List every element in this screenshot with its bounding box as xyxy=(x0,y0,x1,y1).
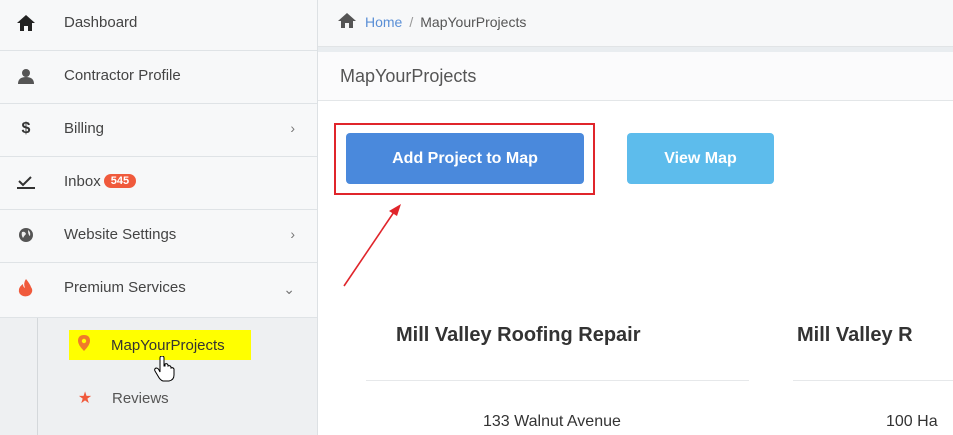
submenu-tree-line xyxy=(37,318,38,435)
sidebar-item-billing[interactable]: $ Billing › xyxy=(0,104,317,157)
sidebar-item-label: Dashboard xyxy=(64,14,138,31)
view-map-button[interactable]: View Map xyxy=(627,133,774,184)
sidebar-item-dashboard[interactable]: Dashboard xyxy=(0,0,317,51)
project-card-title: Mill Valley R xyxy=(797,324,913,346)
chevron-right-icon: › xyxy=(290,226,295,242)
annotation-highlight-box xyxy=(334,123,595,195)
sidebar-item-premium-services[interactable]: Premium Services ⌄ xyxy=(0,263,317,318)
sidebar-item-inbox[interactable]: Inbox 545 xyxy=(0,157,317,210)
sidebar-item-label-wrap: Inbox 545 xyxy=(64,173,137,190)
sidebar-item-label: Inbox xyxy=(64,173,101,190)
home-icon[interactable] xyxy=(338,13,356,31)
page-header: MapYourProjects xyxy=(318,52,953,101)
home-icon xyxy=(17,14,35,32)
star-icon: ★ xyxy=(77,390,93,407)
user-icon xyxy=(17,67,35,85)
breadcrumb-bar: Home / MapYourProjects xyxy=(318,0,953,47)
page-title: MapYourProjects xyxy=(340,66,477,86)
hand-pointer-cursor-icon xyxy=(154,356,175,382)
card-divider xyxy=(793,380,953,381)
breadcrumb: Home / MapYourProjects xyxy=(338,13,526,31)
sidebar-subitem-label: MapYourProjects xyxy=(111,336,225,354)
chevron-right-icon: › xyxy=(290,120,295,136)
map-marker-icon xyxy=(73,335,95,355)
sidebar-subitem-label: Reviews xyxy=(112,389,169,407)
sidebar-item-label: Contractor Profile xyxy=(64,67,181,84)
sidebar-item-label: Billing xyxy=(64,120,105,137)
breadcrumb-current: MapYourProjects xyxy=(420,14,527,30)
sidebar-item-label: Website Settings xyxy=(64,226,177,243)
card-divider xyxy=(366,380,749,381)
sidebar-subitem-reviews[interactable]: ★ Reviews xyxy=(74,383,169,413)
fire-icon xyxy=(17,279,35,297)
annotation-arrow xyxy=(343,204,401,287)
chevron-down-icon: ⌄ xyxy=(283,281,295,297)
sidebar-item-label: Premium Services xyxy=(64,279,186,296)
sidebar-item-website-settings[interactable]: Website Settings › xyxy=(0,210,317,263)
project-card-address: 133 Walnut Avenue xyxy=(483,413,621,430)
globe-icon xyxy=(17,226,35,244)
dollar-icon: $ xyxy=(21,120,31,137)
sidebar: Dashboard Contractor Profile $ Billing ›… xyxy=(0,0,318,435)
project-card-address: 100 Ha xyxy=(886,413,938,430)
breadcrumb-home-link[interactable]: Home xyxy=(365,14,402,30)
sidebar-item-contractor-profile[interactable]: Contractor Profile xyxy=(0,51,317,104)
inbox-count-badge: 545 xyxy=(103,174,137,189)
inbox-icon xyxy=(17,173,35,191)
project-card-title: Mill Valley Roofing Repair xyxy=(396,324,641,346)
breadcrumb-separator: / xyxy=(409,14,414,30)
